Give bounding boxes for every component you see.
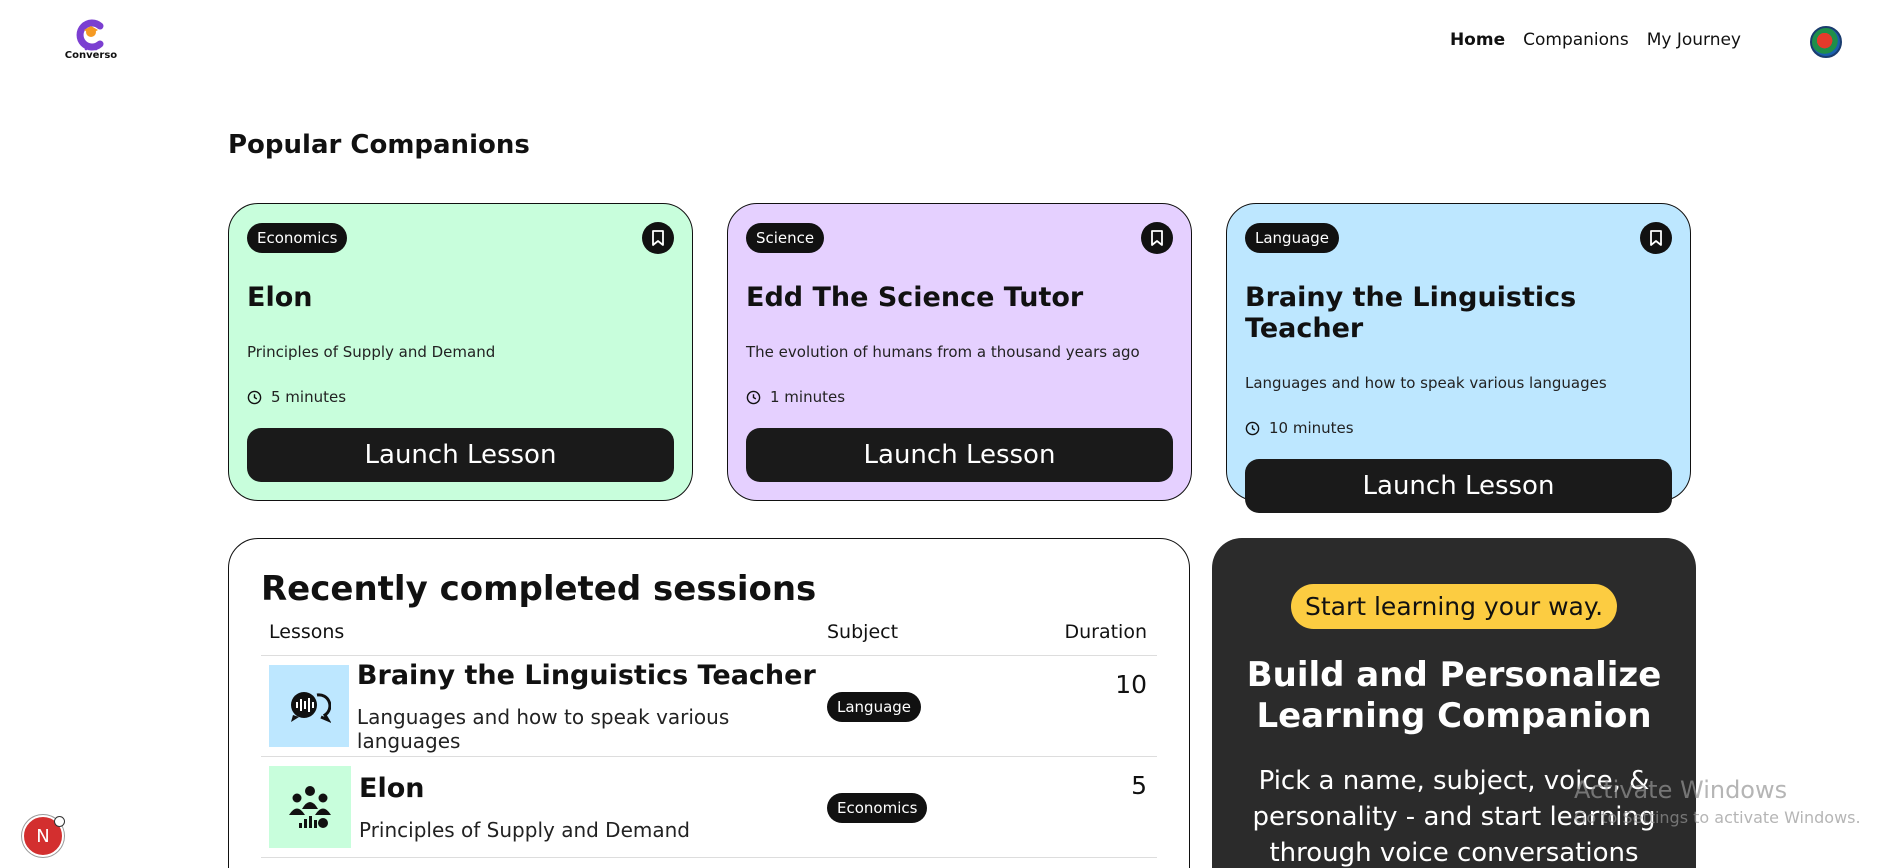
column-subject: Subject: [827, 621, 899, 643]
watermark-subtitle: Go to Settings to activate Windows.: [1574, 808, 1861, 827]
duration-text: 5 minutes: [271, 388, 347, 406]
companion-topic: Languages and how to speak various langu…: [1245, 374, 1607, 392]
clock-icon: [247, 390, 262, 404]
companion-topic: Principles of Supply and Demand: [247, 343, 496, 361]
nav-home[interactable]: Home: [1450, 30, 1505, 50]
launch-lesson-button[interactable]: Launch Lesson: [746, 428, 1173, 482]
language-icon: [269, 665, 349, 747]
bookmark-button[interactable]: [1640, 222, 1672, 254]
subject-badge: Science: [746, 223, 825, 253]
session-duration: 10: [1115, 670, 1147, 699]
nav-companions[interactable]: Companions: [1523, 30, 1629, 50]
subject-badge: Economics: [247, 223, 348, 253]
bookmark-icon: [1650, 230, 1662, 246]
companion-duration: 5 minutes: [247, 388, 674, 406]
companion-name: Elon: [247, 282, 313, 313]
notification-dot: [54, 816, 65, 827]
subject-badge: Language: [1245, 223, 1340, 253]
companion-card-elon: Economics Elon Principles of Supply and …: [228, 203, 693, 501]
section-title: Popular Companions: [228, 130, 530, 160]
clock-icon: [1245, 421, 1260, 435]
duration-text: 1 minutes: [770, 388, 846, 406]
subject-badge: Language: [827, 691, 922, 722]
launch-lesson-button[interactable]: Launch Lesson: [1245, 459, 1672, 513]
main-nav: Home Companions My Journey: [1450, 30, 1741, 50]
bookmark-button[interactable]: [642, 222, 674, 254]
recent-sessions-panel: Recently completed sessions Lessons Subj…: [228, 538, 1190, 868]
table-row[interactable]: Elon Principles of Supply and Demand Eco…: [261, 757, 1157, 858]
bookmark-button[interactable]: [1141, 222, 1173, 254]
companion-name: Edd The Science Tutor: [746, 282, 1084, 313]
bookmark-icon: [652, 230, 664, 246]
subject-badge: Economics: [827, 792, 928, 823]
column-lessons: Lessons: [269, 621, 345, 643]
companion-topic: The evolution of humans from a thousand …: [746, 343, 1140, 361]
watermark-title: Activate Windows: [1574, 776, 1788, 804]
bookmark-icon: [1151, 230, 1163, 246]
user-avatar[interactable]: [1810, 26, 1842, 58]
session-duration: 5: [1131, 771, 1147, 800]
companion-card-edd: Science Edd The Science Tutor The evolut…: [727, 203, 1192, 501]
duration-text: 10 minutes: [1269, 419, 1354, 437]
session-topic: Languages and how to speak various langu…: [356, 704, 730, 753]
sessions-title: Recently completed sessions: [261, 569, 817, 609]
nav-my-journey[interactable]: My Journey: [1647, 30, 1741, 50]
windows-watermark: Activate Windows Go to Settings to activ…: [1574, 776, 1861, 827]
logo[interactable]: Converso: [64, 18, 118, 68]
companion-name: Brainy the Linguistics Teacher: [1245, 282, 1577, 344]
cta-title: Build and Personalize Learning Companion: [1246, 655, 1662, 736]
session-name: Brainy the Linguistics Teacher: [356, 659, 816, 691]
table-row[interactable]: Brainy the Linguistics Teacher Languages…: [261, 656, 1157, 757]
column-duration: Duration: [1064, 621, 1147, 643]
session-topic: Principles of Supply and Demand: [359, 817, 690, 842]
table-header: Lessons Subject Duration: [261, 621, 1157, 656]
logo-text: Converso: [64, 50, 118, 61]
session-name: Elon: [359, 772, 425, 804]
companion-card-brainy: Language Brainy the Linguistics Teacher …: [1226, 203, 1691, 513]
launch-lesson-button[interactable]: Launch Lesson: [247, 428, 674, 482]
logo-icon: [76, 19, 104, 51]
cta-pill: Start learning your way.: [1290, 584, 1618, 629]
companion-duration: 10 minutes: [1245, 419, 1672, 437]
clock-icon: [746, 390, 761, 404]
companion-duration: 1 minutes: [746, 388, 1173, 406]
economics-icon: [269, 766, 351, 848]
